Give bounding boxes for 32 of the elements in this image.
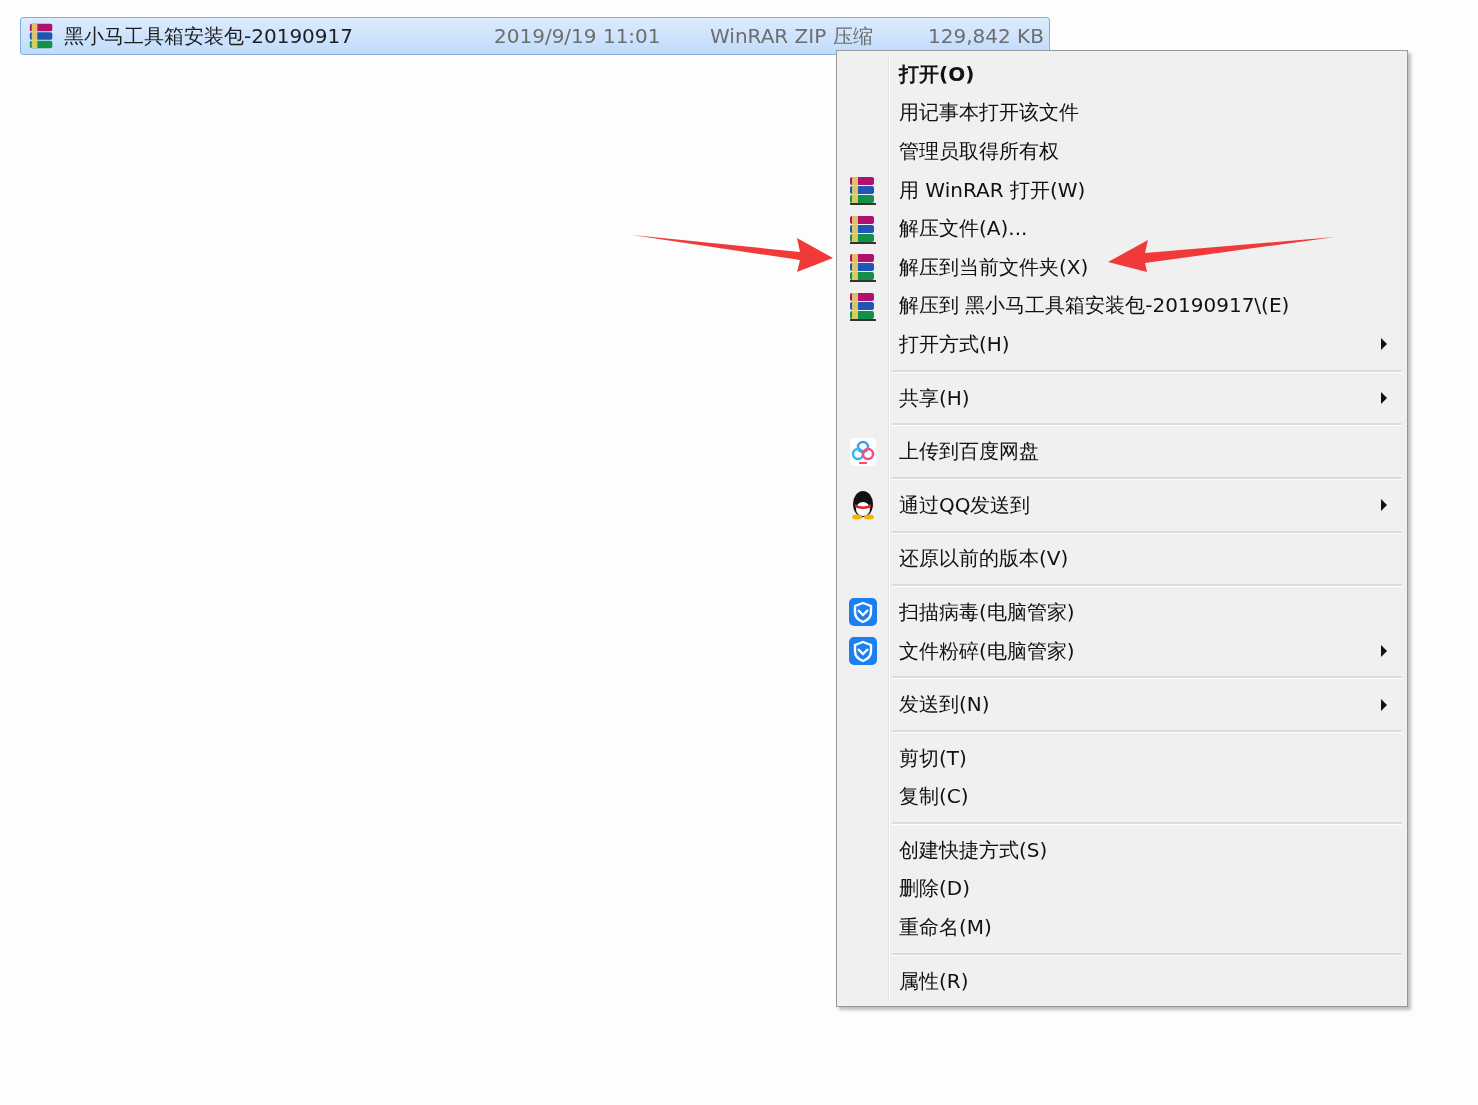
menu-item[interactable]: 打开(O) (840, 55, 1404, 94)
menu-item[interactable]: 发送到(N) (840, 685, 1404, 724)
menu-item[interactable]: 剪切(T) (840, 738, 1404, 778)
menu-item[interactable]: 共享(H) (840, 378, 1404, 418)
penguin-icon (849, 490, 877, 521)
file-name: 黑小马工具箱安装包-20190917 (64, 22, 354, 50)
menu-item[interactable]: 文件粉碎(电脑管家) (840, 631, 1404, 671)
menu-item[interactable]: 上传到百度网盘 (840, 432, 1404, 471)
file-type: WinRAR ZIP 压缩 (710, 22, 874, 50)
shield-icon (848, 597, 878, 628)
menu-item[interactable]: 重命名(M) (840, 908, 1404, 947)
file-row[interactable]: 黑小马工具箱安装包-20190917 2019/9/19 11:01 WinRAR ZIP 压缩 129,842 KB (20, 17, 1050, 55)
cloud-icon (849, 436, 877, 467)
menu-item[interactable]: 解压到 黑小马工具箱安装包-20190917\(E) (840, 286, 1404, 326)
menu-item[interactable]: 扫描病毒(电脑管家) (840, 593, 1404, 632)
menu-item[interactable]: 还原以前的版本(V) (840, 539, 1404, 579)
file-size: 129,842 KB (928, 24, 1044, 48)
menu-item[interactable]: 管理员取得所有权 (840, 132, 1404, 171)
books-icon (848, 174, 878, 207)
menu-item[interactable]: 打开方式(H) (840, 325, 1404, 364)
file-date: 2019/9/19 11:01 (494, 24, 662, 48)
menu-item[interactable]: 通过QQ发送到 (840, 485, 1404, 525)
menu-item[interactable]: 用 WinRAR 打开(W) (840, 170, 1404, 210)
menu-item[interactable]: 解压文件(A)... (840, 209, 1404, 248)
menu-item[interactable]: 用记事本打开该文件 (840, 93, 1404, 133)
menu-item[interactable]: 解压到当前文件夹(X) (840, 247, 1404, 287)
books-icon (848, 251, 878, 284)
menu-item[interactable]: 创建快捷方式(S) (840, 831, 1404, 870)
menu-item[interactable]: 删除(D) (840, 869, 1404, 909)
menu-item[interactable]: 复制(C) (840, 777, 1404, 817)
menu-item[interactable]: 属性(R) (840, 961, 1404, 1001)
shield-icon (848, 636, 878, 666)
